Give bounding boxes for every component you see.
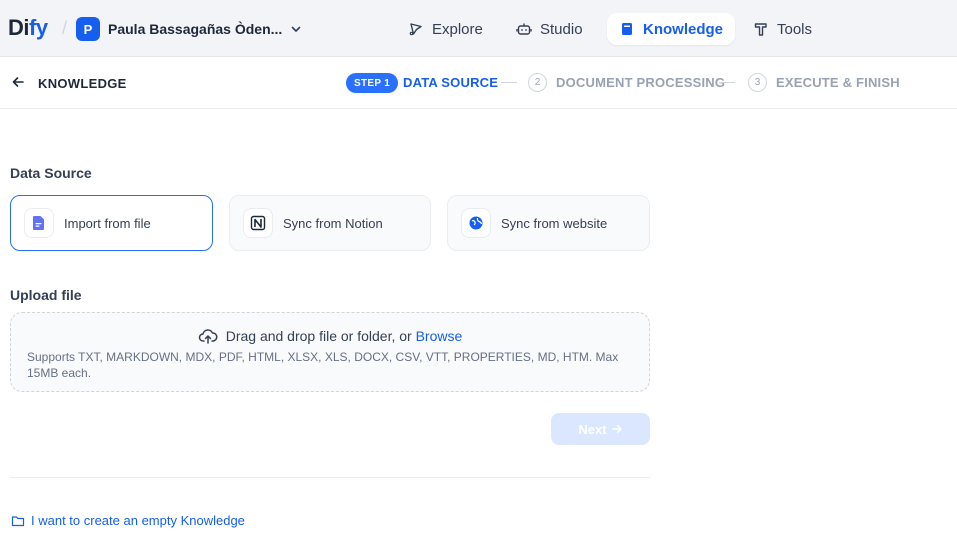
create-empty-knowledge-link[interactable]: I want to create an empty Knowledge	[11, 513, 245, 528]
notion-icon	[243, 208, 273, 238]
sync-from-notion-option[interactable]: Sync from Notion	[229, 195, 431, 251]
arrow-right-icon	[611, 424, 622, 434]
import-from-file-label: Import from file	[64, 215, 151, 231]
nav-studio-label: Studio	[540, 20, 583, 38]
cloud-upload-icon	[198, 329, 218, 344]
workspace-name: Paula Bassagañas Òden...	[108, 21, 283, 37]
compass-icon	[409, 23, 422, 36]
sync-from-notion-label: Sync from Notion	[283, 215, 383, 231]
next-button-label: Next	[578, 421, 607, 437]
back-to-knowledge-label[interactable]: KNOWLEDGE	[38, 76, 127, 91]
logo-text-accent: fy	[29, 15, 48, 40]
upload-file-title: Upload file	[10, 287, 82, 303]
data-source-title: Data Source	[10, 165, 92, 181]
dify-logo[interactable]: Dify	[8, 15, 48, 41]
chevron-down-icon	[291, 26, 301, 32]
nav-knowledge[interactable]: Knowledge	[607, 13, 736, 45]
robot-icon	[516, 23, 532, 35]
nav-studio[interactable]: Studio	[504, 13, 595, 45]
hammer-icon	[754, 23, 767, 36]
book-icon	[622, 23, 632, 35]
website-icon	[461, 208, 491, 238]
logo-text-main: Di	[8, 15, 30, 40]
sync-from-website-option[interactable]: Sync from website	[447, 195, 650, 251]
step-connector	[501, 82, 517, 83]
create-empty-knowledge-label: I want to create an empty Knowledge	[31, 513, 245, 528]
workspace-selector[interactable]: P Paula Bassagañas Òden...	[76, 17, 302, 41]
top-navigation: Dify / P Paula Bassagañas Òden... Explor…	[0, 0, 957, 57]
step-1-badge: STEP 1	[346, 73, 399, 93]
dropzone-prompt: Drag and drop file or folder, or Browse	[11, 326, 649, 346]
nav-explore-label: Explore	[432, 20, 483, 38]
import-from-file-option[interactable]: Import from file	[10, 195, 213, 251]
step-2-number: 2	[528, 73, 547, 92]
workspace-avatar: P	[76, 17, 100, 41]
workspace-separator: /	[62, 18, 68, 38]
section-divider	[10, 477, 650, 478]
next-button[interactable]: Next	[551, 413, 650, 445]
nav-knowledge-label: Knowledge	[643, 20, 724, 38]
nav-explore[interactable]: Explore	[396, 13, 495, 45]
file-icon	[24, 208, 54, 238]
browse-link[interactable]: Browse	[416, 328, 463, 344]
folder-icon	[11, 515, 25, 526]
supported-formats-hint: Supports TXT, MARKDOWN, MDX, PDF, HTML, …	[27, 350, 619, 380]
step-header: KNOWLEDGE STEP 1 DATA SOURCE 2 DOCUMENT …	[0, 57, 957, 109]
step-3-label: EXECUTE & FINISH	[776, 75, 900, 90]
file-dropzone[interactable]: Drag and drop file or folder, or Browse …	[10, 312, 650, 392]
nav-tools-label: Tools	[777, 20, 813, 38]
step-3-number: 3	[748, 73, 767, 92]
step-1-label: DATA SOURCE	[403, 75, 499, 90]
step-connector	[719, 82, 735, 83]
arrow-left-icon[interactable]	[10, 74, 26, 90]
step-2-label: DOCUMENT PROCESSING	[556, 75, 726, 90]
drag-drop-text: Drag and drop file or folder, or	[225, 328, 412, 344]
nav-tools[interactable]: Tools	[741, 13, 824, 45]
sync-from-website-label: Sync from website	[501, 215, 608, 231]
